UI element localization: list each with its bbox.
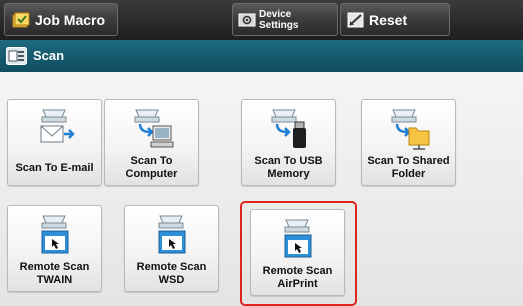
page-title: Scan <box>33 48 65 63</box>
top-toolbar: Job Macro Device Settings Reset <box>0 0 523 40</box>
job-macro-label: Job Macro <box>35 11 106 28</box>
scan-menu-icon <box>6 47 27 65</box>
tile-label: Remote Scan WSD <box>136 261 207 286</box>
remote-scan-wsd-button[interactable]: Remote Scan WSD <box>124 205 219 292</box>
selection-highlight <box>240 201 357 306</box>
scan-to-computer-button[interactable]: Scan To Computer <box>104 99 199 186</box>
scan-to-usb-icon <box>271 109 306 148</box>
tile-label: Scan To Shared Folder <box>367 155 450 180</box>
device-settings-label-line2: Settings <box>259 19 299 31</box>
remote-scan-icon <box>41 215 69 254</box>
scan-header: Scan <box>0 40 523 72</box>
scan-to-email-button[interactable]: Scan To E-mail <box>7 99 102 186</box>
reset-label: Reset <box>369 11 408 28</box>
tile-label: Remote Scan TWAIN <box>19 261 90 286</box>
scan-to-shared-folder-icon <box>391 109 430 150</box>
job-macro-button[interactable]: Job Macro <box>4 3 118 36</box>
scan-to-computer-icon <box>134 109 174 148</box>
remote-scan-icon <box>158 215 186 254</box>
reset-button[interactable]: Reset <box>340 3 450 36</box>
scan-to-email-icon <box>40 109 75 143</box>
device-settings-icon <box>238 13 256 26</box>
device-settings-label-line1: Device <box>259 8 292 20</box>
tile-label: Scan To E-mail <box>15 161 94 174</box>
device-settings-button[interactable]: Device Settings <box>232 3 338 36</box>
scan-to-shared-folder-button[interactable]: Scan To Shared Folder <box>361 99 456 186</box>
tile-label: Scan To Computer <box>125 155 178 180</box>
tile-label: Scan To USB Memory <box>254 155 323 180</box>
scan-to-usb-memory-button[interactable]: Scan To USB Memory <box>241 99 336 186</box>
reset-icon <box>347 12 364 27</box>
job-macro-icon <box>12 12 30 27</box>
remote-scan-twain-button[interactable]: Remote Scan TWAIN <box>7 205 102 292</box>
